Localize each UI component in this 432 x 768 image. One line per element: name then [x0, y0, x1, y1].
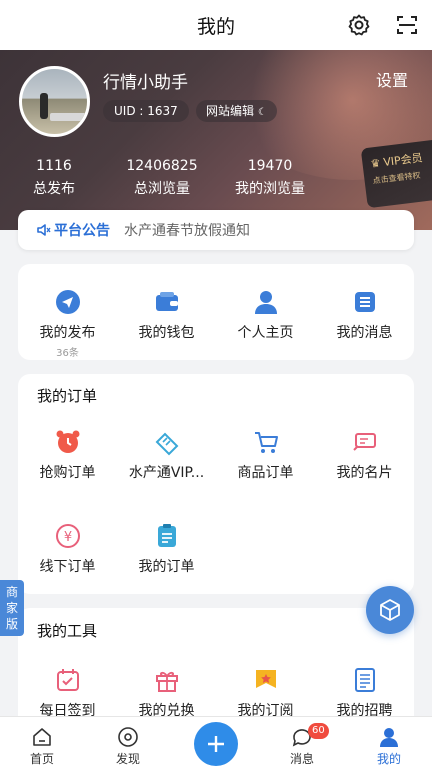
message-list-icon [354, 292, 375, 312]
tab-me[interactable]: 我的 [349, 717, 429, 768]
quick-label: 我的钱包 [138, 325, 195, 341]
order-products[interactable]: 商品订单 [216, 428, 315, 482]
settings-link[interactable]: 设置 [376, 67, 408, 91]
quick-my-posts[interactable]: 我的发布 36条 [18, 288, 117, 359]
moon-icon: ☾ [257, 107, 267, 118]
order-label: 商品订单 [237, 465, 294, 481]
avatar[interactable] [19, 66, 90, 137]
order-my-orders[interactable]: 我的订单 [117, 522, 216, 576]
stat-label: 我的浏览量 [235, 181, 305, 197]
vip-ticket-icon [155, 432, 178, 456]
merchant-version-tab[interactable]: 商家版 [0, 580, 24, 636]
recruit-icon [354, 668, 375, 692]
stat-total-views[interactable]: 12406825 总浏览量 [112, 158, 212, 198]
quick-personal-page[interactable]: 个人主页 [216, 288, 315, 342]
vip-title: VIP会员 [382, 151, 424, 169]
username: 行情小助手 [103, 73, 188, 93]
alarm-clock-icon [56, 430, 79, 453]
quick-my-messages[interactable]: 我的消息 [315, 288, 414, 342]
crown-icon: ♛ [369, 155, 382, 171]
stat-value: 19470 [247, 158, 293, 174]
stat-my-views[interactable]: 19470 我的浏览量 [222, 158, 318, 198]
order-label: 水产通VIP... [128, 465, 205, 481]
vip-card[interactable]: ♛ VIP会员 点击查看特权 [360, 137, 432, 209]
top-bar: 我的 [0, 0, 432, 50]
subscribe-icon [255, 670, 276, 688]
website-edit-label: 网站编辑 [206, 104, 255, 118]
uid-badge: UID : 1637 [103, 100, 189, 122]
svg-text:¥: ¥ [63, 530, 71, 545]
tool-redeem[interactable]: 我的兑换 [117, 666, 216, 720]
shopping-cart-icon [254, 432, 278, 453]
order-offline[interactable]: ¥ 线下订单 [18, 522, 117, 576]
order-label: 我的订单 [138, 559, 195, 575]
discover-icon [118, 727, 138, 747]
announcement-bar[interactable]: 平台公告 水产通春节放假通知 [18, 210, 414, 250]
tab-discover[interactable]: 发现 [88, 717, 168, 768]
quick-label: 我的发布 [39, 325, 96, 341]
orders-title: 我的订单 [37, 387, 98, 405]
wallet-icon [155, 292, 178, 311]
home-icon [33, 728, 51, 746]
quick-my-wallet[interactable]: 我的钱包 [117, 288, 216, 342]
stat-value: 1116 [36, 158, 72, 174]
tab-label: 我的 [376, 752, 401, 766]
announcement-tag-label: 平台公告 [54, 223, 110, 239]
stat-label: 总浏览量 [134, 181, 190, 197]
paper-plane-icon [55, 290, 80, 314]
cube-icon [380, 599, 400, 621]
stat-value: 12406825 [126, 158, 198, 174]
settings-gear-icon[interactable] [347, 13, 371, 37]
order-vip[interactable]: 水产通VIP... [117, 428, 216, 482]
tools-title: 我的工具 [37, 622, 98, 640]
tab-label: 发现 [115, 752, 140, 766]
quick-actions-card: 我的发布 36条 我的钱包 个人主页 我的消息 [18, 264, 414, 360]
quick-label: 个人主页 [237, 325, 294, 341]
order-label: 抢购订单 [39, 465, 96, 481]
tool-recruitment[interactable]: 我的招聘 [315, 666, 414, 720]
tools-card: 我的工具 每日签到 我的兑换 我的订阅 我的招聘 [18, 608, 414, 728]
tool-daily-checkin[interactable]: 每日签到 [18, 666, 117, 720]
speaker-icon [37, 224, 51, 236]
tab-home[interactable]: 首页 [2, 717, 82, 768]
stat-total-posts[interactable]: 1116 总发布 [14, 158, 94, 198]
message-count-badge: 60 [308, 723, 329, 739]
bottom-tab-bar: 首页 发现 消息 60 我的 [0, 716, 432, 768]
clipboard-icon [157, 524, 176, 547]
profile-icon [380, 728, 398, 747]
quick-label: 我的消息 [336, 325, 393, 341]
announcement-text: 水产通春节放假通知 [124, 223, 250, 239]
stat-label: 总发布 [33, 181, 75, 197]
profile-header: 行情小助手 设置 UID : 1637 网站编辑 ☾ 1116 总发布 1240… [0, 50, 432, 230]
floating-cube-button[interactable] [366, 586, 414, 634]
quick-sub-count: 36条 [56, 348, 79, 359]
order-label: 我的名片 [336, 465, 393, 481]
tab-label: 消息 [289, 752, 314, 766]
order-label: 线下订单 [39, 559, 96, 575]
order-business-card[interactable]: 我的名片 [315, 428, 414, 482]
tab-label: 首页 [29, 752, 54, 766]
orders-card: 我的订单 抢购订单 水产通VIP... 商品订单 我的名片 ¥ 线下订单 我的订… [18, 374, 414, 594]
website-edit-button[interactable]: 网站编辑 ☾ [196, 100, 277, 122]
merchant-version-label: 商家版 [5, 585, 18, 631]
yen-coin-icon: ¥ [55, 524, 80, 548]
business-card-icon [352, 433, 376, 451]
announcement-tag: 平台公告 [36, 220, 110, 240]
tab-messages[interactable]: 消息 [262, 717, 342, 768]
order-flash-sale[interactable]: 抢购订单 [18, 428, 117, 482]
plus-icon [208, 736, 224, 752]
scan-icon[interactable] [395, 13, 419, 37]
person-icon [254, 291, 277, 314]
tool-subscriptions[interactable]: 我的订阅 [216, 666, 315, 720]
page-title: 我的 [196, 15, 235, 38]
publish-plus-button[interactable] [194, 722, 238, 766]
calendar-check-icon [56, 669, 79, 691]
gift-icon [155, 671, 178, 692]
